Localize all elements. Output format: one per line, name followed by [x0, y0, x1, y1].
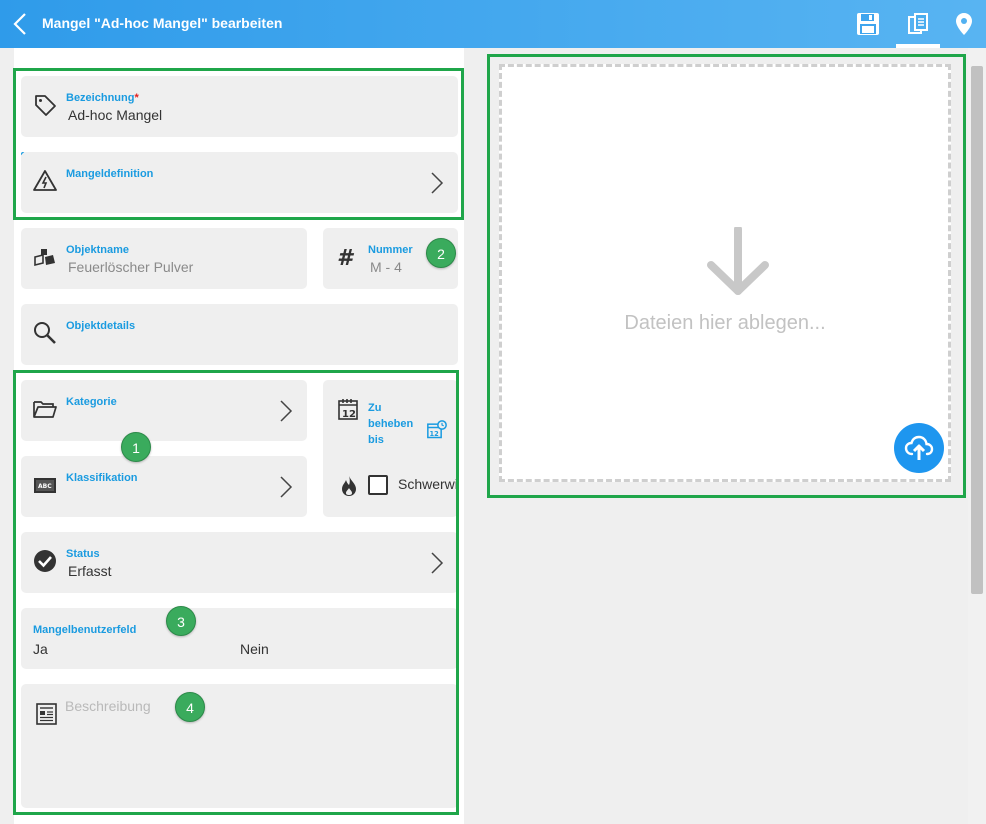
- save-icon: [857, 13, 879, 35]
- mangelbenutzerfeld-value-nein: Nein: [240, 641, 269, 657]
- flame-icon: [337, 474, 361, 498]
- dropzone-text: Dateien hier ablegen...: [624, 312, 826, 334]
- schwerwiegend-label: Schwerwieg: [398, 476, 458, 492]
- bezeichnung-field[interactable]: Bezeichnung* Ad-hoc Mangel: [21, 76, 458, 137]
- calendar-icon: 12: [337, 397, 361, 421]
- location-button[interactable]: [952, 12, 976, 36]
- chevron-right-icon[interactable]: [430, 551, 444, 575]
- warning-icon: [33, 169, 57, 193]
- chevron-right-icon[interactable]: [279, 399, 293, 423]
- beschreibung-field[interactable]: Beschreibung: [21, 684, 458, 808]
- klassifikation-label: Klassifikation: [66, 472, 138, 484]
- klassifikation-field[interactable]: ABC Klassifikation: [21, 456, 307, 517]
- hash-icon: #: [335, 245, 359, 271]
- kategorie-label: Kategorie: [66, 396, 117, 408]
- vertical-scrollbar[interactable]: [968, 48, 986, 824]
- svg-text:#: #: [337, 246, 355, 269]
- mangelbenutzerfeld-label: Mangelbenutzerfeld: [33, 624, 137, 636]
- active-tab-indicator: [896, 44, 940, 48]
- tag-icon: [33, 93, 57, 117]
- svg-text:12: 12: [342, 409, 356, 420]
- svg-text:12: 12: [430, 430, 440, 438]
- objektname-value: Feuerlöscher Pulver: [68, 259, 194, 275]
- mangeldefinition-field[interactable]: Mangeldefinition: [21, 152, 458, 213]
- nummer-label: Nummer: [368, 244, 413, 256]
- bezeichnung-value: Ad-hoc Mangel: [68, 107, 163, 123]
- text-document-icon: [35, 702, 59, 726]
- documents-icon: [908, 13, 928, 34]
- search-icon: [33, 321, 57, 345]
- badge-3: 3: [166, 606, 196, 636]
- mangelbenutzerfeld-field[interactable]: Mangelbenutzerfeld Ja Nein: [21, 608, 458, 669]
- file-dropzone[interactable]: Dateien hier ablegen...: [499, 64, 951, 482]
- cubes-icon: [33, 246, 57, 270]
- page-title: Mangel "Ad-hoc Mangel" bearbeiten: [42, 15, 283, 31]
- schwerwiegend-checkbox[interactable]: [368, 475, 388, 495]
- objektname-field[interactable]: Objektname Feuerlöscher Pulver: [21, 228, 307, 289]
- calendar-clock-icon[interactable]: 12: [427, 420, 447, 440]
- back-button[interactable]: [10, 12, 32, 36]
- zu-beheben-bis-label: Zu beheben bis: [368, 402, 414, 446]
- badge-4: 4: [175, 692, 205, 722]
- kategorie-field[interactable]: Kategorie: [21, 380, 307, 441]
- chevron-right-icon[interactable]: [430, 171, 444, 195]
- svg-text:ABC: ABC: [38, 483, 52, 490]
- folder-icon: [33, 397, 57, 421]
- back-icon: [13, 13, 26, 35]
- save-button[interactable]: [856, 12, 880, 36]
- mangeldefinition-label: Mangeldefinition: [66, 168, 154, 180]
- objektdetails-field[interactable]: Objektdetails: [21, 304, 458, 365]
- bezeichnung-label: Bezeichnung*: [66, 92, 139, 104]
- documents-tab[interactable]: [906, 12, 930, 36]
- check-circle-icon: [33, 549, 57, 573]
- chevron-right-icon[interactable]: [279, 475, 293, 499]
- badge-2: 2: [426, 238, 456, 268]
- location-pin-icon: [956, 13, 972, 35]
- app-header: Mangel "Ad-hoc Mangel" bearbeiten: [0, 0, 986, 48]
- objektname-label: Objektname: [66, 244, 129, 256]
- badge-1: 1: [121, 432, 151, 462]
- cloud-upload-icon: [904, 435, 934, 460]
- mangelbenutzerfeld-value-ja: Ja: [33, 641, 48, 657]
- nummer-value: M - 4: [370, 259, 402, 275]
- keyboard-icon: ABC: [33, 473, 57, 497]
- status-value: Erfasst: [68, 563, 112, 579]
- zu-beheben-bis-field[interactable]: 12 Zu beheben bis 12 Schwerwieg: [323, 380, 458, 517]
- attachment-panel: Dateien hier ablegen...: [487, 54, 966, 498]
- beschreibung-placeholder: Beschreibung: [65, 698, 151, 714]
- upload-button[interactable]: [894, 423, 944, 473]
- objektdetails-label: Objektdetails: [66, 320, 136, 332]
- status-field[interactable]: Status Erfasst: [21, 532, 458, 593]
- arrow-down-icon: [705, 225, 771, 297]
- scroll-thumb[interactable]: [971, 66, 983, 594]
- status-label: Status: [66, 548, 100, 560]
